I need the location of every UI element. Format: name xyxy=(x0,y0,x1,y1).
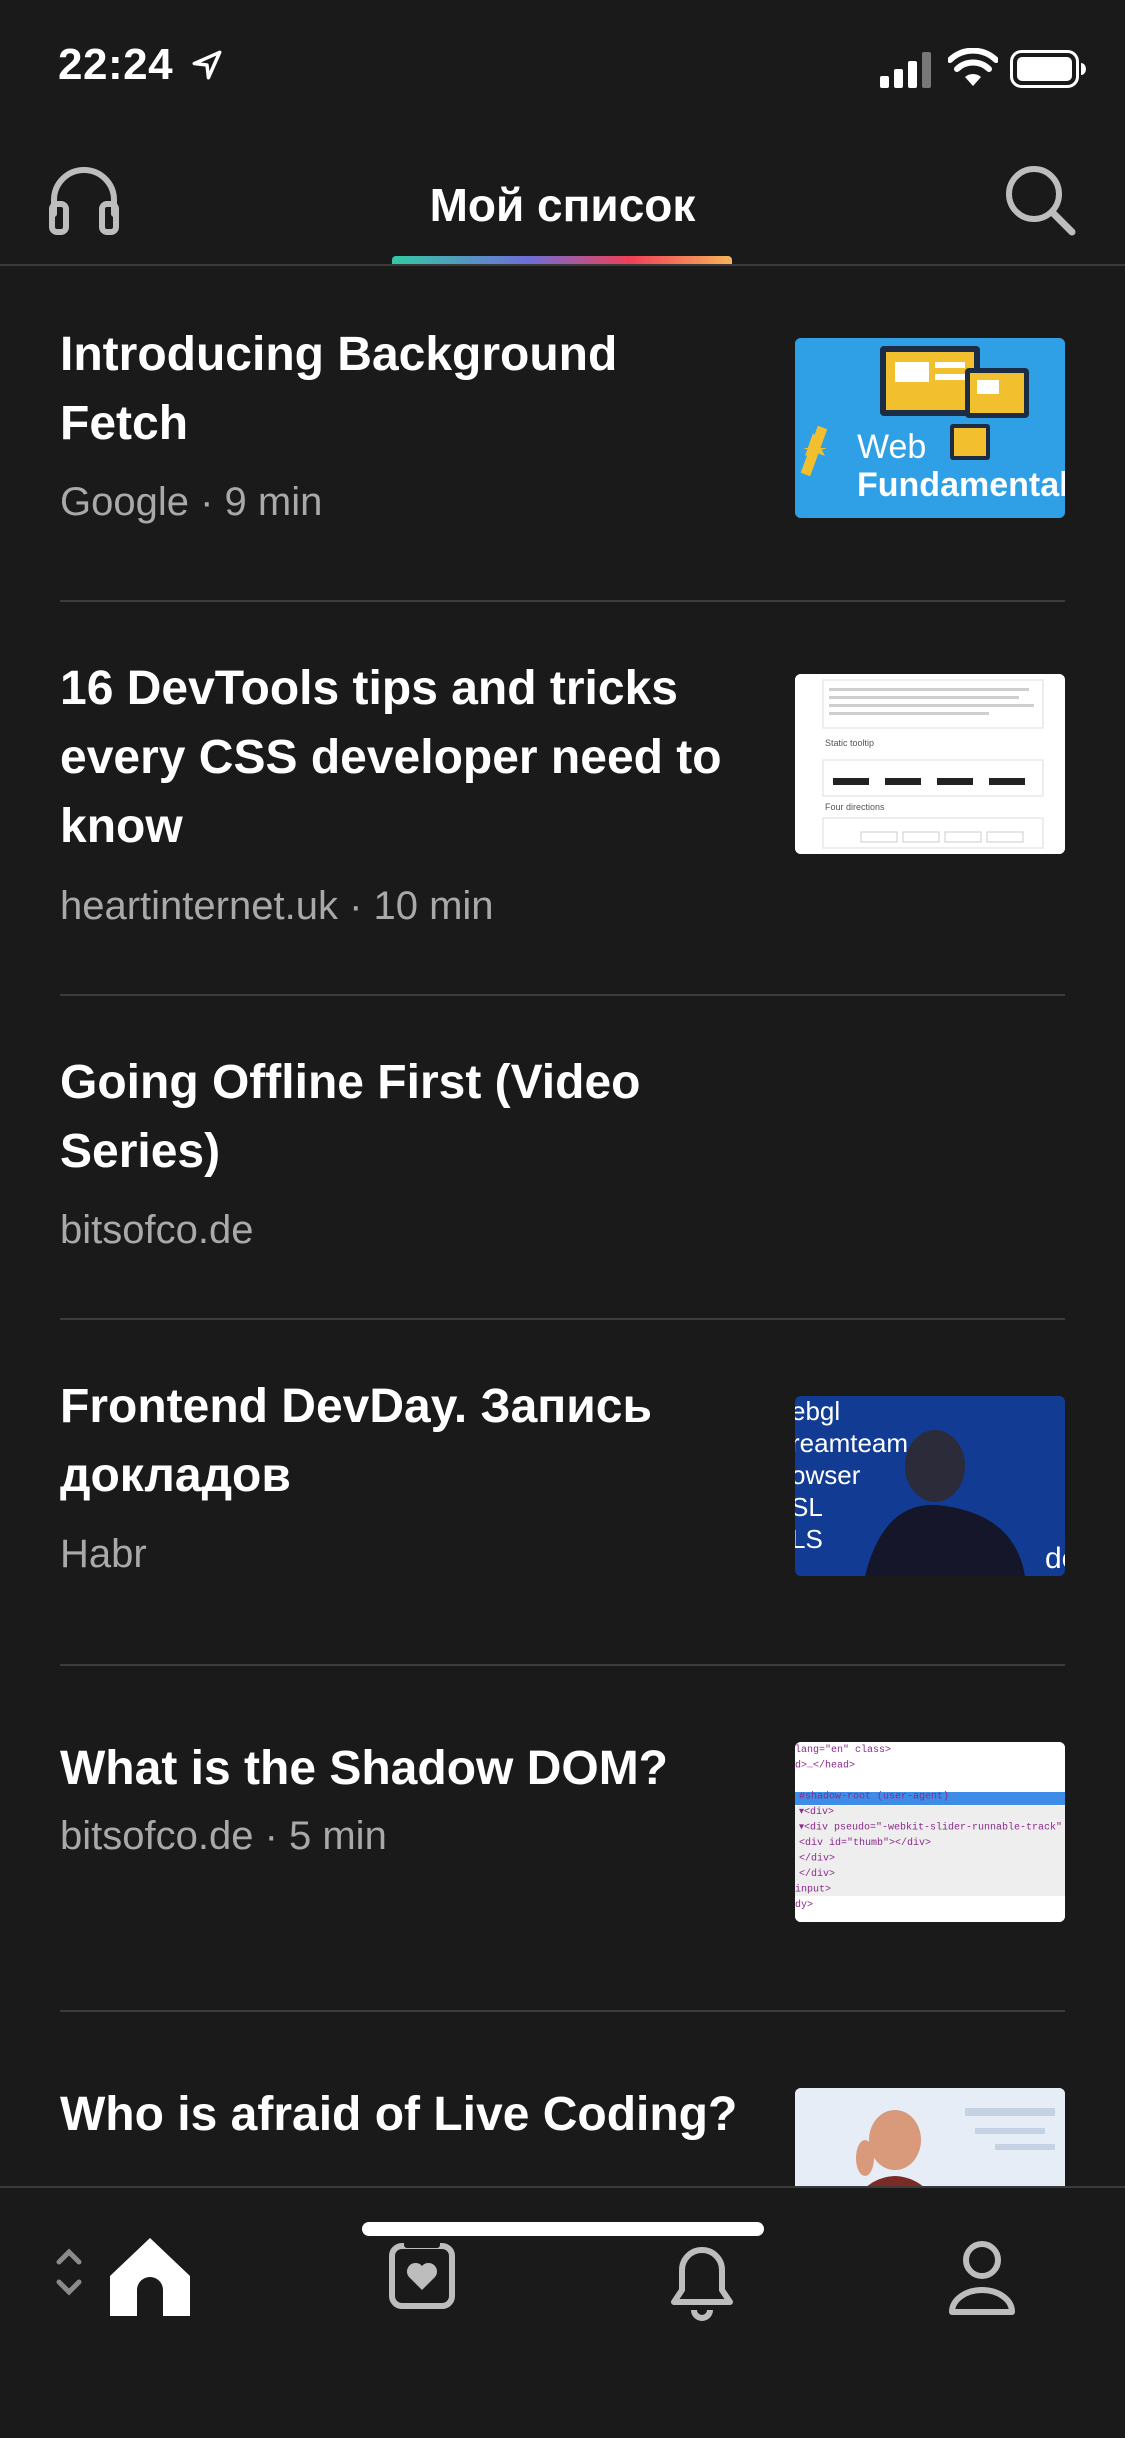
thumb-conference-line: LS xyxy=(795,1524,823,1554)
favorites-icon[interactable] xyxy=(372,2226,472,2326)
article-meta: Google · 9 min xyxy=(60,480,323,524)
web-fundamentals-illustration: Web Fundamental xyxy=(795,338,1065,518)
list-item[interactable]: Frontend DevDay. Запись докладов Habr eb… xyxy=(0,1320,1125,1666)
thumb-code-line: #shadow-root (user-agent) xyxy=(799,1791,949,1803)
speaker-photo xyxy=(795,2088,1065,2186)
tooltips-screenshot: Static tooltip Four directions xyxy=(795,674,1065,854)
notifications-icon[interactable] xyxy=(652,2226,752,2326)
wifi-icon xyxy=(948,48,998,86)
list-item[interactable]: 16 DevTools tips and tricks every CSS de… xyxy=(0,602,1125,996)
article-title[interactable]: Going Offline First (Video Series) xyxy=(60,1048,750,1186)
thumb-conference-logo: de xyxy=(1045,1542,1065,1575)
status-time: 22:24 xyxy=(58,40,174,89)
thumb-code-line: </div> xyxy=(799,1853,835,1865)
article-thumbnail[interactable]: Web Fundamental xyxy=(795,338,1065,518)
thumb-code-line: dy> xyxy=(795,1899,813,1911)
article-list[interactable]: Introducing Background Fetch Google · 9 … xyxy=(0,266,1125,2186)
list-item[interactable]: What is the Shadow DOM? bitsofco.de · 5 … xyxy=(0,1666,1125,2012)
list-item[interactable]: Introducing Background Fetch Google · 9 … xyxy=(0,266,1125,602)
home-indicator[interactable] xyxy=(362,2222,764,2236)
article-meta: Habr xyxy=(60,1532,147,1576)
article-title[interactable]: 16 DevTools tips and tricks every CSS de… xyxy=(60,654,750,861)
article-meta: bitsofco.de · 5 min xyxy=(60,1814,387,1858)
thumb-code-line: lang="en" class> xyxy=(795,1744,891,1756)
article-thumbnail[interactable]: Static tooltip Four directions xyxy=(795,674,1065,854)
nav-header: Мой список xyxy=(0,140,1125,266)
thumb-conference-line: owser xyxy=(795,1460,861,1490)
cellular-signal-icon xyxy=(880,52,931,88)
thumb-code-line: <div id="thumb"></div> xyxy=(799,1837,931,1849)
thumb-code-line: ▾<div> xyxy=(799,1806,834,1818)
page-title[interactable]: Мой список xyxy=(0,178,1125,232)
article-thumbnail[interactable]: ebglreamteamowserSLLS de xyxy=(795,1396,1065,1576)
thumb-code-line: put type="range"> == $0 xyxy=(795,1775,933,1787)
thumb-web-text: Web xyxy=(857,428,926,466)
thumb-conference-line: ebgl xyxy=(795,1396,840,1426)
article-meta: bitsofco.de xyxy=(60,1208,254,1252)
thumb-code-line: ▾<div pseudo="-webkit-slider-runnable-tr… xyxy=(799,1822,1065,1834)
article-thumbnail[interactable] xyxy=(795,2088,1065,2186)
article-title[interactable]: What is the Shadow DOM? xyxy=(60,1734,750,1803)
thumb-static-tooltip-text: Static tooltip xyxy=(825,738,874,748)
thumb-conference-line: reamteam xyxy=(795,1428,908,1458)
article-thumbnail[interactable]: lang="en" class> d>…</head> put type="rang… xyxy=(795,1742,1065,1922)
thumb-code-line: </div> xyxy=(799,1868,835,1880)
search-icon[interactable] xyxy=(1004,164,1076,236)
list-item[interactable]: Who is afraid of Live Coding? xyxy=(0,2012,1125,2186)
thumb-four-directions-text: Four directions xyxy=(825,802,885,812)
article-meta: heartinternet.uk · 10 min xyxy=(60,884,494,928)
thumb-fundamentals-text: Fundamental xyxy=(857,466,1065,504)
profile-icon[interactable] xyxy=(932,2226,1032,2326)
list-item[interactable]: Going Offline First (Video Series) bitso… xyxy=(0,996,1125,1320)
active-tab-indicator xyxy=(392,256,732,264)
thumb-conference-line: SL xyxy=(795,1492,823,1522)
article-title[interactable]: Introducing Background Fetch xyxy=(60,320,750,458)
scroll-chevrons-icon[interactable] xyxy=(54,2246,84,2298)
article-title[interactable]: Frontend DevDay. Запись докладов xyxy=(60,1372,750,1510)
thumb-code-line: d>…</head> xyxy=(795,1760,855,1772)
devtools-code-screenshot: lang="en" class> d>…</head> put type="rang… xyxy=(795,1742,1065,1922)
thumb-code-line: input> xyxy=(795,1884,831,1896)
home-icon[interactable] xyxy=(100,2226,200,2326)
conference-photo: ebglreamteamowserSLLS de xyxy=(795,1396,1065,1576)
location-arrow-icon xyxy=(192,50,222,80)
status-bar: 22:24 xyxy=(0,0,1125,140)
article-title[interactable]: Who is afraid of Live Coding? xyxy=(60,2080,750,2149)
battery-icon xyxy=(1010,50,1086,88)
